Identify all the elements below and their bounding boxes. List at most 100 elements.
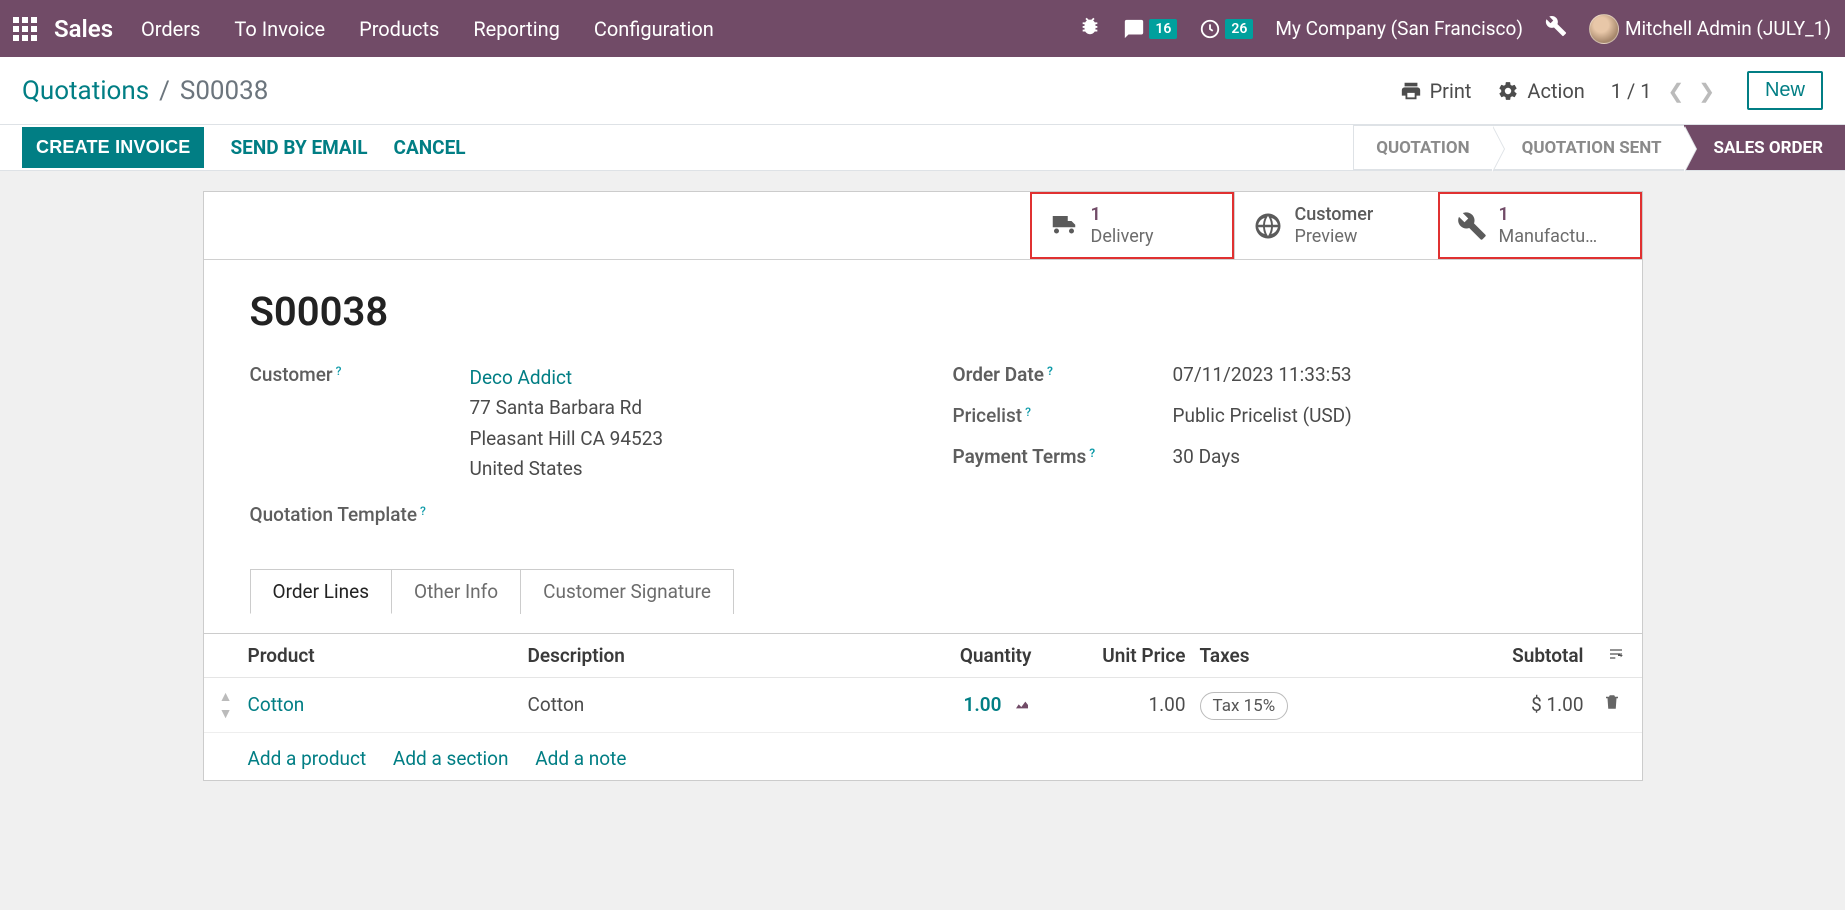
menu-configuration[interactable]: Configuration <box>594 17 714 41</box>
pager-text[interactable]: 1 / 1 <box>1611 79 1652 103</box>
stat-manufacturing-label: Manufactu… <box>1499 226 1598 248</box>
forecast-icon[interactable] <box>1012 697 1032 713</box>
action-button[interactable]: Action <box>1497 79 1584 103</box>
tab-customer-signature[interactable]: Customer Signature <box>521 569 734 614</box>
menu-reporting[interactable]: Reporting <box>473 17 560 41</box>
add-note-link[interactable]: Add a note <box>535 747 626 770</box>
pricelist-value[interactable]: Public Pricelist (USD) <box>1173 404 1596 427</box>
form-body: S00038 Customer? Deco Addict 77 Santa Ba… <box>204 260 1642 633</box>
label-payment-terms: Payment Terms? <box>953 445 1173 468</box>
app-brand[interactable]: Sales <box>54 15 113 43</box>
line-product[interactable]: Cotton <box>248 693 305 716</box>
messages-badge: 16 <box>1149 19 1177 39</box>
company-switcher[interactable]: My Company (San Francisco) <box>1275 17 1523 40</box>
stat-customer-preview[interactable]: Customer Preview <box>1234 192 1438 259</box>
stage-tracker: QUOTATION QUOTATION SENT SALES ORDER <box>1353 125 1845 170</box>
col-quantity[interactable]: Quantity <box>864 644 1046 667</box>
stage-quotation-sent[interactable]: QUOTATION SENT <box>1492 125 1684 170</box>
stage-quotation[interactable]: QUOTATION <box>1353 125 1491 170</box>
label-order-date: Order Date? <box>953 363 1173 386</box>
breadcrumb-sep: / <box>159 76 170 106</box>
table-add-row: Add a product Add a section Add a note <box>204 733 1642 780</box>
col-subtotal[interactable]: Subtotal <box>1368 644 1592 667</box>
optional-columns-icon[interactable] <box>1606 644 1632 667</box>
debug-icon[interactable] <box>1079 15 1101 42</box>
tab-other-info[interactable]: Other Info <box>392 569 521 614</box>
label-quotation-template: Quotation Template? <box>250 503 470 526</box>
stat-preview-line2: Preview <box>1295 226 1374 248</box>
form-col-right: Order Date? 07/11/2023 11:33:53 Pricelis… <box>953 363 1596 544</box>
customer-country: United States <box>470 457 583 480</box>
apps-icon[interactable] <box>10 14 40 44</box>
line-subtotal: $ 1.00 <box>1368 693 1592 716</box>
add-section-link[interactable]: Add a section <box>393 747 509 770</box>
top-menu: Orders To Invoice Products Reporting Con… <box>141 17 714 41</box>
messages-button[interactable]: 16 <box>1123 18 1177 40</box>
table-header: Product Description Quantity Unit Price … <box>204 634 1642 678</box>
help-icon[interactable]: ? <box>336 364 342 378</box>
stage-sales-order[interactable]: SALES ORDER <box>1684 125 1845 170</box>
tab-order-lines[interactable]: Order Lines <box>250 569 393 614</box>
print-button[interactable]: Print <box>1400 79 1472 103</box>
activities-badge: 26 <box>1225 19 1253 39</box>
col-product[interactable]: Product <box>248 644 528 667</box>
order-lines-table: Product Description Quantity Unit Price … <box>204 633 1642 780</box>
stat-delivery-num: 1 <box>1091 204 1154 226</box>
help-icon[interactable]: ? <box>420 504 426 518</box>
help-icon[interactable]: ? <box>1047 364 1053 378</box>
wrench-icon <box>1457 211 1487 241</box>
payment-terms-value[interactable]: 30 Days <box>1173 445 1596 468</box>
breadcrumb-parent[interactable]: Quotations <box>22 76 149 106</box>
customer-street: 77 Santa Barbara Rd <box>470 396 643 419</box>
pager: 1 / 1 ❮ ❯ <box>1611 75 1721 107</box>
send-by-email-button[interactable]: SEND BY EMAIL <box>230 136 367 159</box>
create-invoice-button[interactable]: CREATE INVOICE <box>22 127 204 168</box>
topnav-right: 16 26 My Company (San Francisco) Mitchel… <box>1079 14 1831 44</box>
new-button[interactable]: New <box>1747 71 1823 110</box>
control-bar: Quotations / S00038 Print Action 1 / 1 ❮… <box>0 57 1845 125</box>
label-customer: Customer? <box>250 363 470 386</box>
status-bar: CREATE INVOICE SEND BY EMAIL CANCEL QUOT… <box>0 125 1845 171</box>
menu-to-invoice[interactable]: To Invoice <box>234 17 325 41</box>
drag-handle-icon[interactable]: ▲▼ <box>204 688 248 722</box>
table-row[interactable]: ▲▼ Cotton Cotton 1.00 1.00 Tax 15% $ 1.0… <box>204 678 1642 733</box>
menu-products[interactable]: Products <box>359 17 439 41</box>
pager-next[interactable]: ❯ <box>1692 75 1721 107</box>
form-sheet: 1 Delivery Customer Preview 1 Manufactu… <box>203 191 1643 781</box>
pager-prev[interactable]: ❮ <box>1661 75 1690 107</box>
col-description[interactable]: Description <box>528 644 864 667</box>
print-label: Print <box>1430 79 1472 103</box>
line-quantity[interactable]: 1.00 <box>864 693 1046 716</box>
top-navbar: Sales Orders To Invoice Products Reporti… <box>0 0 1845 57</box>
cancel-button[interactable]: CANCEL <box>394 136 466 159</box>
customer-link[interactable]: Deco Addict <box>470 366 573 389</box>
form-col-left: Customer? Deco Addict 77 Santa Barbara R… <box>250 363 893 544</box>
breadcrumb-current: S00038 <box>180 76 269 106</box>
customer-city: Pleasant Hill CA 94523 <box>470 427 664 450</box>
help-icon[interactable]: ? <box>1089 446 1095 460</box>
stat-preview-line1: Customer <box>1295 204 1374 226</box>
stat-buttons: 1 Delivery Customer Preview 1 Manufactu… <box>204 192 1642 260</box>
line-taxes[interactable]: Tax 15% <box>1200 693 1368 716</box>
stat-manufacturing-num: 1 <box>1499 204 1598 226</box>
order-date-value[interactable]: 07/11/2023 11:33:53 <box>1173 363 1596 386</box>
record-title: S00038 <box>250 288 1596 335</box>
line-description[interactable]: Cotton <box>528 693 864 716</box>
stat-delivery-label: Delivery <box>1091 226 1154 248</box>
support-icon[interactable] <box>1545 15 1567 42</box>
user-menu[interactable]: Mitchell Admin (JULY_1) <box>1589 14 1831 44</box>
label-pricelist: Pricelist? <box>953 404 1173 427</box>
notebook-tabs: Order Lines Other Info Customer Signatur… <box>250 568 1596 613</box>
line-unit-price[interactable]: 1.00 <box>1046 693 1200 716</box>
help-icon[interactable]: ? <box>1025 405 1031 419</box>
stat-delivery[interactable]: 1 Delivery <box>1030 192 1234 259</box>
menu-orders[interactable]: Orders <box>141 17 200 41</box>
delete-line-icon[interactable] <box>1592 693 1632 716</box>
col-taxes[interactable]: Taxes <box>1200 644 1368 667</box>
activities-button[interactable]: 26 <box>1199 18 1253 40</box>
avatar <box>1589 14 1619 44</box>
stat-manufacturing[interactable]: 1 Manufactu… <box>1438 192 1642 259</box>
col-unit-price[interactable]: Unit Price <box>1046 644 1200 667</box>
add-product-link[interactable]: Add a product <box>248 747 367 770</box>
user-name: Mitchell Admin (JULY_1) <box>1625 17 1831 40</box>
